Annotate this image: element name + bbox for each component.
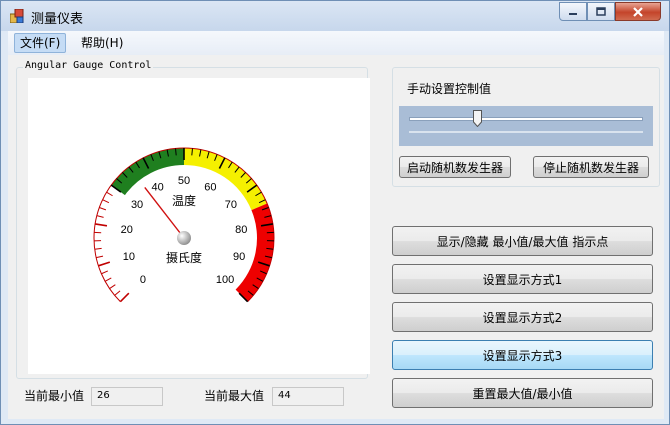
main-window: 测量仪表 文件(F) 帮助(H) Angular Gauge Control 0… [0,0,670,425]
gauge-range-band [111,148,184,196]
close-icon [633,6,643,17]
gauge-major-tick [98,261,111,267]
menu-help[interactable]: 帮助(H) [76,33,128,53]
current-min-label: 当前最小值 [24,389,85,403]
gauge-tick-label: 0 [140,274,146,286]
current-min-field: 26 [91,387,163,406]
close-button[interactable] [615,2,661,21]
toggle-minmax-button[interactable]: 显示/隐藏 最小值/最大值 指示点 [392,226,653,256]
manual-control-groupbox: 手动设置控制值 启动随机数发生器 停止随机数发生器 [392,67,660,187]
gauge-tick-label: 30 [131,199,143,211]
gauge-minor-tick [104,277,112,282]
gauge-minor-tick [94,247,102,250]
maximize-button[interactable] [587,2,615,21]
client-area: 文件(F) 帮助(H) Angular Gauge Control 0 10 20 3… [8,31,664,419]
slider-tick-line [409,131,643,133]
reset-minmax-button[interactable]: 重置最大值/最小值 [392,378,653,408]
stop-random-button[interactable]: 停止随机数发生器 [533,156,649,178]
window-title: 测量仪表 [31,12,84,27]
start-random-button[interactable]: 启动随机数发生器 [399,156,511,178]
angular-gauge: 0 10 20 30 40 50 60 70 80 90 100 温度摄氏度 [93,147,275,303]
minimize-button[interactable] [559,2,587,21]
gauge-panel: 0 10 20 30 40 50 60 70 80 90 100 温度摄氏度 [28,78,370,374]
gauge-minor-tick [191,148,193,156]
gauge-major-tick [119,292,130,303]
gauge-hub [177,231,191,245]
gauge-groupbox: Angular Gauge Control 0 10 20 30 40 50 60 70 80 9… [16,60,370,379]
gauge-tick-label: 70 [225,199,237,211]
slider-thumb[interactable] [472,110,482,127]
gauge-label-bottom: 摄氏度 [166,250,202,265]
menu-file[interactable]: 文件(F) [14,33,67,53]
gauge-tick-label: 100 [216,274,234,286]
gauge-minor-tick [175,148,177,156]
display-mode-2-button[interactable]: 设置显示方式2 [392,302,653,332]
gauge-tick-label: 90 [233,251,245,263]
gauge-group-title: Angular Gauge Control [23,60,154,71]
gauge-tick-label: 10 [123,251,135,263]
gauge-tick-label: 20 [121,224,133,236]
current-max-label: 当前最大值 [204,389,265,403]
maximize-icon [596,7,606,16]
display-mode-3-button[interactable]: 设置显示方式3 [392,340,653,370]
gauge-minor-tick [102,199,110,204]
title-bar[interactable]: 测量仪表 [1,1,669,31]
gauge-minor-tick [114,290,121,296]
gauge-tick-label: 40 [152,181,164,193]
current-max-field: 44 [272,387,344,406]
gauge-major-tick [94,223,108,227]
control-slider[interactable] [399,106,653,146]
manual-control-label: 手动设置控制值 [407,82,492,96]
app-icon [10,9,24,23]
gauge-minor-tick [101,270,109,275]
gauge-label-top: 温度 [172,193,196,208]
gauge-tick-label: 50 [178,175,190,187]
slider-rail [409,117,643,121]
gauge-tick-label: 60 [204,181,216,193]
gauge-minor-tick [96,255,104,259]
gauge-minor-tick [106,191,113,197]
gauge-minor-tick [109,284,116,290]
gauge-minor-tick [96,215,104,218]
gauge-minor-tick [99,207,107,211]
gauge-tick-label: 80 [235,224,247,236]
minimize-icon [569,12,577,15]
menu-bar: 文件(F) 帮助(H) [8,31,664,55]
display-mode-1-button[interactable]: 设置显示方式1 [392,264,653,294]
